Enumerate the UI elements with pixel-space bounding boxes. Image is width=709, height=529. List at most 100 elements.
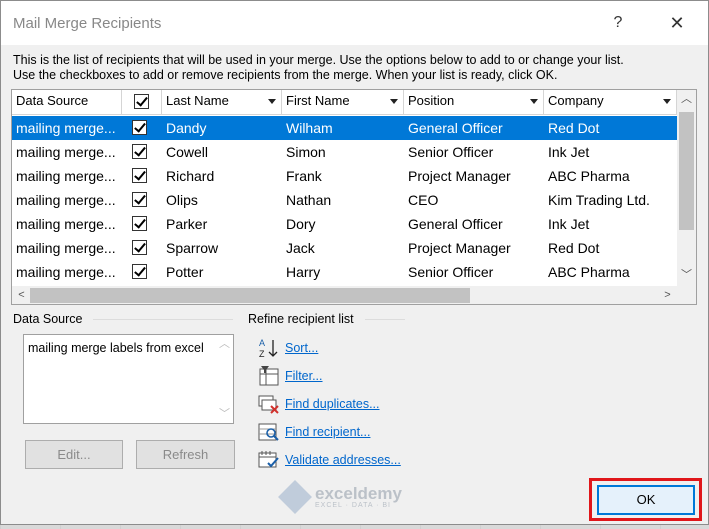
position-cell[interactable]: Project Manager	[404, 164, 544, 188]
table-row[interactable]: mailing merge... Olips Nathan CEO Kim Tradin…	[12, 188, 677, 212]
scroll-down-icon[interactable]: ﹀	[216, 405, 233, 423]
first-name-cell[interactable]: Simon	[282, 140, 404, 164]
duplicates-link-row[interactable]: Find duplicates...	[258, 393, 380, 415]
sort-link[interactable]: Sort...	[285, 341, 318, 355]
data-source-cell[interactable]: mailing merge...	[12, 212, 122, 236]
include-checkbox-cell[interactable]	[122, 140, 162, 164]
table-row[interactable]: mailing merge... Parker Dory General Office…	[12, 212, 677, 236]
company-cell[interactable]: Red Dot	[544, 116, 677, 140]
data-source-list[interactable]: mailing merge labels from excel ︿ ﹀	[23, 334, 234, 424]
company-cell[interactable]: Kim Trading Ltd.	[544, 188, 677, 212]
data-source-cell[interactable]: mailing merge...	[12, 236, 122, 260]
company-cell[interactable]: Red Dot	[544, 236, 677, 260]
include-checkbox[interactable]	[132, 264, 147, 279]
position-cell[interactable]: Senior Officer	[404, 260, 544, 284]
column-header-last-name[interactable]: Last Name	[162, 90, 282, 115]
find-recipient-link-row[interactable]: Find recipient...	[258, 421, 370, 443]
chevron-down-icon[interactable]	[268, 99, 276, 104]
include-checkbox[interactable]	[132, 120, 147, 135]
data-source-item[interactable]: mailing merge labels from excel	[28, 341, 213, 355]
first-name-cell[interactable]: Harry	[282, 260, 404, 284]
edit-button[interactable]: Edit...	[25, 440, 123, 469]
position-cell[interactable]: Project Manager	[404, 236, 544, 260]
last-name-cell[interactable]: Olips	[162, 188, 282, 212]
refresh-button[interactable]: Refresh	[136, 440, 235, 469]
company-cell[interactable]: ABC Pharma	[544, 164, 677, 188]
find-recipient-link[interactable]: Find recipient...	[285, 425, 370, 439]
data-source-cell[interactable]: mailing merge...	[12, 260, 122, 284]
include-checkbox-cell[interactable]	[122, 212, 162, 236]
scroll-down-icon[interactable]: ﹀	[677, 266, 696, 284]
include-checkbox[interactable]	[132, 168, 147, 183]
table-row[interactable]: mailing merge... Richard Frank Project Mana…	[12, 164, 677, 188]
position-cell[interactable]: CEO	[404, 188, 544, 212]
last-name-cell[interactable]: Sparrow	[162, 236, 282, 260]
column-header-position[interactable]: Position	[404, 90, 544, 115]
help-button[interactable]: ?	[603, 10, 633, 36]
group-divider	[93, 319, 233, 320]
last-name-cell[interactable]: Parker	[162, 212, 282, 236]
last-name-cell[interactable]: Richard	[162, 164, 282, 188]
watermark: exceldemy EXCEL · DATA · BI	[278, 480, 402, 514]
include-checkbox-cell[interactable]	[122, 236, 162, 260]
chevron-down-icon[interactable]	[663, 99, 671, 104]
table-row[interactable]: mailing merge... Cowell Simon Senior Office…	[12, 140, 677, 164]
column-header-first-name[interactable]: First Name	[282, 90, 404, 115]
data-source-cell[interactable]: mailing merge...	[12, 164, 122, 188]
chevron-down-icon[interactable]	[530, 99, 538, 104]
last-name-cell[interactable]: Dandy	[162, 116, 282, 140]
select-all-checkbox[interactable]	[134, 94, 149, 109]
include-checkbox-cell[interactable]	[122, 260, 162, 284]
data-source-cell[interactable]: mailing merge...	[12, 188, 122, 212]
first-name-cell[interactable]: Frank	[282, 164, 404, 188]
scroll-up-icon[interactable]: ︿	[216, 335, 233, 353]
find-duplicates-icon	[258, 393, 280, 415]
position-cell[interactable]: General Officer	[404, 116, 544, 140]
scroll-left-icon[interactable]: <	[12, 286, 31, 304]
chevron-down-icon[interactable]	[390, 99, 398, 104]
include-checkbox-cell[interactable]	[122, 164, 162, 188]
intro-line-1: This is the list of recipients that will…	[13, 53, 624, 67]
table-row[interactable]: mailing merge... Sparrow Jack Project Manag…	[12, 236, 677, 260]
data-source-cell[interactable]: mailing merge...	[12, 140, 122, 164]
horizontal-scrollbar[interactable]: < >	[12, 286, 677, 304]
first-name-cell[interactable]: Wilham	[282, 116, 404, 140]
sort-link-row[interactable]: AZ Sort...	[258, 337, 318, 359]
include-checkbox[interactable]	[132, 144, 147, 159]
company-cell[interactable]: Ink Jet	[544, 140, 677, 164]
column-header-company[interactable]: Company	[544, 90, 677, 115]
validate-link-row[interactable]: Validate addresses...	[258, 449, 401, 471]
recipient-grid[interactable]: Data Source Last Name First Name Positio…	[11, 89, 697, 305]
column-header-select-all[interactable]	[122, 90, 162, 115]
vertical-scroll-thumb[interactable]	[679, 112, 694, 230]
column-header-data-source[interactable]: Data Source	[12, 90, 122, 115]
include-checkbox[interactable]	[132, 192, 147, 207]
scroll-up-icon[interactable]: ︿	[677, 90, 696, 108]
filter-link-row[interactable]: Filter...	[258, 365, 323, 387]
table-row[interactable]: mailing merge... Dandy Wilham General Offic…	[12, 116, 677, 140]
last-name-cell[interactable]: Potter	[162, 260, 282, 284]
company-cell[interactable]: ABC Pharma	[544, 260, 677, 284]
vertical-scrollbar[interactable]: ︿ ﹀	[677, 90, 696, 286]
find-duplicates-link[interactable]: Find duplicates...	[285, 397, 380, 411]
table-row[interactable]: mailing merge... Potter Harry Senior Office…	[12, 260, 677, 284]
first-name-cell[interactable]: Jack	[282, 236, 404, 260]
scroll-right-icon[interactable]: >	[658, 286, 677, 304]
include-checkbox-cell[interactable]	[122, 116, 162, 140]
first-name-cell[interactable]: Nathan	[282, 188, 404, 212]
include-checkbox[interactable]	[132, 216, 147, 231]
last-name-cell[interactable]: Cowell	[162, 140, 282, 164]
data-source-cell[interactable]: mailing merge...	[12, 116, 122, 140]
data-source-scrollbar[interactable]: ︿ ﹀	[216, 335, 233, 423]
position-cell[interactable]: Senior Officer	[404, 140, 544, 164]
first-name-cell[interactable]: Dory	[282, 212, 404, 236]
close-button[interactable]: ✕	[662, 10, 692, 36]
include-checkbox-cell[interactable]	[122, 188, 162, 212]
include-checkbox[interactable]	[132, 240, 147, 255]
horizontal-scroll-thumb[interactable]	[30, 288, 470, 303]
validate-addresses-link[interactable]: Validate addresses...	[285, 453, 401, 467]
position-cell[interactable]: General Officer	[404, 212, 544, 236]
filter-link[interactable]: Filter...	[285, 369, 323, 383]
ok-button[interactable]: OK	[597, 485, 695, 515]
company-cell[interactable]: Ink Jet	[544, 212, 677, 236]
